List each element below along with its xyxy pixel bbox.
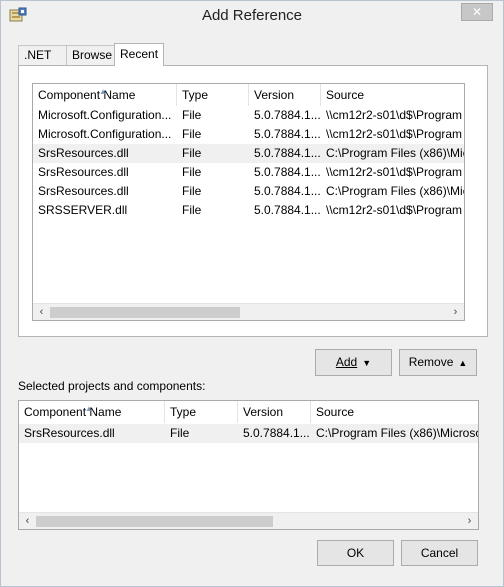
scrollbar-thumb[interactable]	[50, 307, 240, 318]
column-header-label: Type	[170, 405, 197, 419]
cell-type: File	[182, 108, 202, 122]
column-header-source[interactable]: Source	[311, 401, 478, 423]
tab-net-label: .NET	[24, 48, 52, 62]
column-header-label: Type	[182, 88, 209, 102]
column-header-source[interactable]: Source	[321, 84, 464, 106]
tab-recent[interactable]: Recent	[114, 43, 164, 66]
cell-source: C:\Program Files (x86)\Mic	[326, 184, 465, 198]
cell-source: \\cm12r2-s01\d$\Program	[326, 108, 463, 122]
close-icon: ✕	[471, 5, 483, 19]
cell-component-name: SrsResources.dll	[38, 165, 129, 179]
column-header-label: Component Name	[24, 405, 122, 419]
scroll-right-icon[interactable]: ›	[447, 304, 464, 320]
list-row-selected[interactable]: SrsResources.dll File 5.0.7884.1... C:\P…	[19, 424, 478, 443]
tab-browse-label: Browse	[72, 48, 113, 62]
tab-browse[interactable]: Browse	[66, 45, 115, 65]
scroll-left-icon[interactable]: ‹	[33, 304, 50, 320]
ok-button[interactable]: OK	[317, 540, 394, 566]
selected-component-list[interactable]: ▲ Component Name Type Version Source Srs…	[18, 400, 479, 530]
cell-component-name: Microsoft.Configuration...	[38, 127, 172, 141]
cell-type: File	[182, 165, 202, 179]
cancel-button-label: Cancel	[420, 546, 459, 560]
list-row[interactable]: Microsoft.Configuration... File 5.0.7884…	[33, 125, 464, 144]
ok-button-label: OK	[346, 546, 365, 560]
add-reference-dialog: Add Reference ✕ .NET Browse Recent ▲ Com…	[0, 0, 504, 587]
close-button[interactable]: ✕	[461, 3, 493, 21]
sort-ascending-icon: ▲	[99, 87, 107, 96]
cell-version: 5.0.7884.1...	[254, 146, 321, 160]
column-header-version[interactable]: Version	[238, 401, 311, 423]
cell-source: C:\Program Files (x86)\Microso	[316, 426, 479, 440]
cell-type: File	[182, 203, 202, 217]
cell-version: 5.0.7884.1...	[254, 127, 321, 141]
recent-list-horizontal-scrollbar[interactable]: ‹ ›	[33, 303, 464, 320]
list-row[interactable]: SRSSERVER.dll File 5.0.7884.1... \\cm12r…	[33, 201, 464, 220]
column-header-type[interactable]: Type	[165, 401, 238, 423]
recent-list-header: ▲ Component Name Type Version Source	[33, 84, 464, 106]
scroll-left-icon[interactable]: ‹	[19, 513, 36, 529]
column-header-version[interactable]: Version	[249, 84, 321, 106]
cell-version: 5.0.7884.1...	[254, 165, 321, 179]
column-header-component-name[interactable]: ▲ Component Name	[19, 401, 165, 423]
tab-recent-label: Recent	[120, 47, 159, 61]
list-row[interactable]: Microsoft.Configuration... File 5.0.7884…	[33, 106, 464, 125]
remove-button-label: Remove	[408, 355, 454, 369]
scrollbar-thumb[interactable]	[36, 516, 273, 527]
list-row-selected[interactable]: SrsResources.dll File 5.0.7884.1... C:\P…	[33, 144, 464, 163]
tab-net[interactable]: .NET	[18, 45, 67, 65]
selected-components-label: Selected projects and components:	[18, 379, 206, 393]
cell-version: 5.0.7884.1...	[243, 426, 310, 440]
remove-button[interactable]: Remove ▲	[399, 349, 477, 376]
window-title: Add Reference	[201, 7, 303, 24]
cell-type: File	[170, 426, 190, 440]
list-row[interactable]: SrsResources.dll File 5.0.7884.1... \\cm…	[33, 163, 464, 182]
column-header-label: Source	[316, 405, 355, 419]
column-header-label: Version	[243, 405, 284, 419]
scroll-right-icon[interactable]: ›	[461, 513, 478, 529]
cell-type: File	[182, 146, 202, 160]
recent-component-list[interactable]: ▲ Component Name Type Version Source Mic…	[32, 83, 465, 321]
cell-version: 5.0.7884.1...	[254, 203, 321, 217]
column-header-label: Component Name	[38, 88, 136, 102]
list-row[interactable]: SrsResources.dll File 5.0.7884.1... C:\P…	[33, 182, 464, 201]
cell-component-name: Microsoft.Configuration...	[38, 108, 172, 122]
sort-ascending-icon: ▲	[85, 404, 93, 413]
add-button-label: Add	[335, 355, 358, 369]
add-button[interactable]: Add ▼	[315, 349, 392, 376]
chevron-down-icon: ▼	[362, 358, 372, 368]
cell-source: \\cm12r2-s01\d$\Program	[326, 203, 463, 217]
cell-type: File	[182, 127, 202, 141]
cell-component-name: SrsResources.dll	[24, 426, 115, 440]
cell-source: \\cm12r2-s01\d$\Program	[326, 127, 463, 141]
column-header-label: Version	[254, 88, 295, 102]
cell-version: 5.0.7884.1...	[254, 184, 321, 198]
chevron-up-icon: ▲	[458, 358, 468, 368]
recent-tab-pane: ▲ Component Name Type Version Source Mic…	[18, 65, 488, 337]
cell-type: File	[182, 184, 202, 198]
cell-component-name: SRSSERVER.dll	[38, 203, 128, 217]
column-header-type[interactable]: Type	[177, 84, 249, 106]
cell-version: 5.0.7884.1...	[254, 108, 321, 122]
column-header-label: Source	[326, 88, 365, 102]
cell-source: C:\Program Files (x86)\Mic	[326, 146, 465, 160]
selected-list-horizontal-scrollbar[interactable]: ‹ ›	[19, 512, 478, 529]
title-bar: Add Reference ✕	[1, 1, 503, 31]
cell-source: \\cm12r2-s01\d$\Program	[326, 165, 463, 179]
column-header-component-name[interactable]: ▲ Component Name	[33, 84, 177, 106]
selected-list-header: ▲ Component Name Type Version Source	[19, 401, 478, 423]
cancel-button[interactable]: Cancel	[401, 540, 478, 566]
cell-component-name: SrsResources.dll	[38, 146, 129, 160]
cell-component-name: SrsResources.dll	[38, 184, 129, 198]
